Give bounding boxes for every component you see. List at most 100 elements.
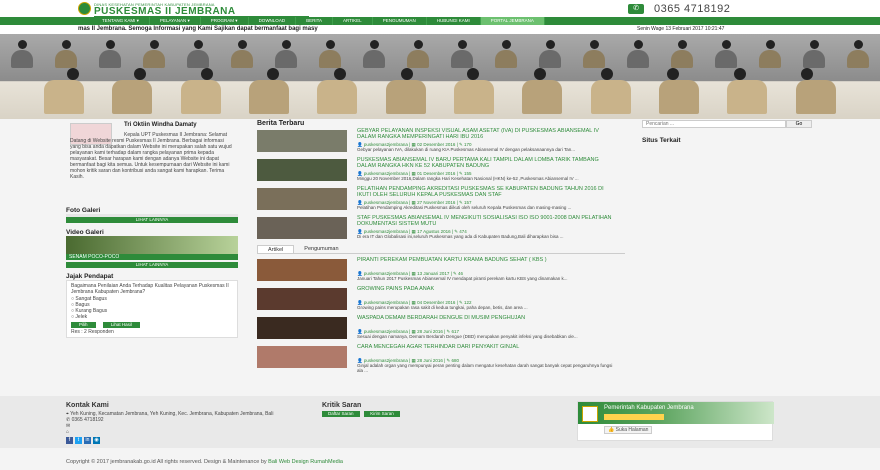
facebook-icon[interactable]: f bbox=[66, 437, 73, 444]
site-header: DINAS KESEHATAN PEMERINTAH KABUPATEN JEM… bbox=[0, 0, 880, 17]
poll-section: Jajak Pendapat Bagaimana Penilaian Anda … bbox=[66, 273, 238, 338]
news-column: Berita Terbaru GEBYAR PELAYANAN INSPEKSI… bbox=[257, 120, 625, 373]
news-item-excerpt: Pelatihan Pendamping Akreditasi Puskesma… bbox=[357, 205, 572, 210]
article-item-excerpt: Sesuai dengan namanya, Demam Berdarah De… bbox=[357, 334, 578, 339]
fb-page-title: Pemerintah Kabupaten Jembrana bbox=[604, 405, 694, 411]
footer-contact-title: Kontak Kami bbox=[66, 402, 109, 409]
article-item-title[interactable]: CARA MENCEGAH AGAR TERHINDAR DARI PENYAK… bbox=[357, 344, 617, 351]
video-gallery-more-button[interactable]: LIHAT LAINNYA bbox=[66, 262, 238, 268]
search-bar: Go bbox=[642, 120, 812, 128]
news-item-title[interactable]: GEBYAR PELAYANAN INSPEKSI VISUAL ASAM AS… bbox=[357, 128, 617, 140]
profile-name: Tri Oktiin Windha Damaty bbox=[124, 122, 197, 128]
nav-item-artikel[interactable]: ARTIKEL bbox=[333, 17, 373, 25]
designer-link[interactable]: Bali Web Design RumahMedia bbox=[268, 459, 343, 465]
news-ticker: mas II Jembrana. Semoga Informasi yang K… bbox=[0, 25, 880, 34]
video-caption: SENAM POCO-POCO bbox=[66, 254, 238, 260]
photo-gallery-more-button[interactable]: LIHAT LAINNYA bbox=[66, 217, 238, 223]
nav-item-pengumuman[interactable]: PENGUMUMAN bbox=[373, 17, 427, 25]
news-item[interactable]: GEBYAR PELAYANAN INSPEKSI VISUAL ASAM AS… bbox=[257, 127, 625, 156]
photo-gallery: Foto Galeri LIHAT LAINNYA bbox=[66, 207, 238, 223]
tab-pengumuman[interactable]: Pengumuman bbox=[294, 245, 348, 253]
news-item[interactable]: STAF PUSKESMAS ABIANSEMAL IV MENGIKUTI S… bbox=[257, 214, 625, 243]
article-item[interactable]: PIRANTI PEREKAM PEMBUATAN KARTU KRAMA BA… bbox=[257, 256, 625, 285]
ticker-date: Senin Wage 13 Februari 2017 10:21:47 bbox=[637, 26, 725, 32]
nav-item-hubungi-kami[interactable]: HUBUNGI KAMI bbox=[427, 17, 481, 25]
article-item-excerpt: Ginjal adalah organ yang mempunyai peran… bbox=[357, 363, 613, 373]
news-section-title: Berita Terbaru bbox=[257, 120, 305, 127]
footer: Kontak Kami ⌖ Yeh Kuning, Kecamatan Jemb… bbox=[0, 396, 880, 448]
linkedin-icon[interactable]: in bbox=[84, 437, 91, 444]
hero-group-photo bbox=[0, 34, 880, 119]
poll-option[interactable]: ○ Jelek bbox=[71, 314, 233, 320]
news-item-title[interactable]: PUSKESMAS ABIANSEMAL IV BARU PERTAMA KAL… bbox=[357, 157, 617, 169]
copyright-bar: Copyright © 2017 jembranakab.go.id All r… bbox=[0, 455, 880, 470]
footer-suggestions: Kritik Saran Daftar Saran Kirim Saran bbox=[322, 402, 522, 417]
nav-item-tentang-kami[interactable]: TENTANG KAMI ▾ bbox=[92, 17, 150, 25]
share-icon[interactable]: ◉ bbox=[93, 437, 100, 444]
search-input[interactable] bbox=[642, 120, 786, 128]
hero-photo-back-row bbox=[0, 40, 880, 49]
fb-page-logo bbox=[582, 406, 598, 422]
article-thumbnail[interactable] bbox=[257, 346, 347, 368]
article-item[interactable]: GROWING PAINS PADA ANAK 👤 puskesmas2jemb… bbox=[257, 285, 625, 314]
news-item[interactable]: PUSKESMAS ABIANSEMAL IV BARU PERTAMA KAL… bbox=[257, 156, 625, 185]
news-item-excerpt: Gebyar pelayanan IVA, dilakukan di ruang… bbox=[357, 147, 575, 152]
poll-question: Bagaimana Penilaian Anda Terhadap Kualit… bbox=[71, 283, 229, 295]
location-icon[interactable]: ⌂ bbox=[66, 429, 306, 435]
news-thumbnail[interactable] bbox=[257, 188, 347, 210]
article-thumbnail[interactable] bbox=[257, 317, 347, 339]
news-item-excerpt: Minggu 20 November 2016,Dalam rangka Har… bbox=[357, 176, 579, 181]
video-thumbnail[interactable]: SENAM POCO-POCO bbox=[66, 236, 238, 260]
news-item[interactable]: PELATIHAN PENDAMPING AKREDITASI PUSKESMA… bbox=[257, 185, 625, 214]
header-phone: ✆ 0365 4718192 bbox=[628, 2, 808, 15]
news-thumbnail[interactable] bbox=[257, 159, 347, 181]
article-item-title[interactable]: PIRANTI PEREKAM PEMBUATAN KARTU KRAMA BA… bbox=[357, 257, 617, 264]
nav-item-program[interactable]: PROGRAM ▾ bbox=[201, 17, 249, 25]
fb-like-button[interactable]: 👍 Suka Halaman bbox=[604, 426, 653, 434]
poll-box: Bagaimana Penilaian Anda Terhadap Kualit… bbox=[66, 280, 238, 338]
news-item-title[interactable]: PELATIHAN PENDAMPING AKREDITASI PUSKESMA… bbox=[357, 186, 617, 198]
hero-photo-front-row bbox=[0, 68, 880, 80]
article-item-title[interactable]: WASPADA DEMAM BERDARAH DENGUE DI MUSIM P… bbox=[357, 315, 617, 322]
fb-cover-banner bbox=[604, 414, 664, 420]
article-item-title[interactable]: GROWING PAINS PADA ANAK bbox=[357, 286, 617, 293]
nav-item-download[interactable]: DOWNLOAD bbox=[249, 17, 297, 25]
article-item-excerpt: Growing pains merupakan rasa sakit di ke… bbox=[357, 305, 528, 310]
logo-icon[interactable] bbox=[78, 2, 91, 15]
footer-contact: Kontak Kami ⌖ Yeh Kuning, Kecamatan Jemb… bbox=[66, 402, 306, 444]
news-item-title[interactable]: STAF PUSKESMAS ABIANSEMAL IV MENGIKUTI S… bbox=[357, 215, 617, 227]
profile-welcome-text: Kepala UPT Puskesmas II Jembrana: Selama… bbox=[70, 132, 232, 180]
news-item-excerpt: Di era IT dan Globalisasi ini,seluruh Pu… bbox=[357, 234, 564, 239]
ticker-text: mas II Jembrana. Semoga Informasi yang K… bbox=[78, 26, 318, 32]
suggestion-list-button[interactable]: Daftar Saran bbox=[322, 411, 360, 417]
nav-item-pelayanan[interactable]: PELAYANAN ▾ bbox=[150, 17, 201, 25]
article-thumbnail[interactable] bbox=[257, 259, 347, 281]
news-thumbnail[interactable] bbox=[257, 217, 347, 239]
tab-artikel[interactable]: Artikel bbox=[257, 245, 295, 253]
article-item[interactable]: WASPADA DEMAM BERDARAH DENGUE DI MUSIM P… bbox=[257, 314, 625, 343]
twitter-icon[interactable]: t bbox=[75, 437, 82, 444]
right-sidebar: Go Situs Terkait bbox=[642, 120, 812, 144]
video-gallery: Video Galeri SENAM POCO-POCO LIHAT LAINN… bbox=[66, 229, 238, 268]
phone-icon: ✆ bbox=[628, 3, 644, 14]
hero-photo-front-bodies bbox=[0, 80, 880, 114]
phone-number: 0365 4718192 bbox=[654, 2, 731, 15]
article-item-excerpt: Januari Tahun 2017 Puskesmas Abiansemal … bbox=[357, 276, 568, 281]
search-button[interactable]: Go bbox=[786, 120, 812, 128]
related-sites-title: Situs Terkait bbox=[642, 137, 681, 144]
poll-results-button[interactable]: Lihat Hasil bbox=[102, 322, 140, 328]
left-sidebar: Tri Oktiin Windha Damaty Kepala UPT Pusk… bbox=[66, 120, 238, 338]
hero-photo-back-bodies bbox=[0, 50, 880, 68]
content-tabs: Artikel Pengumuman bbox=[257, 245, 625, 254]
poll-vote-button[interactable]: Pilih bbox=[71, 322, 96, 328]
facebook-page-widget[interactable]: Pemerintah Kabupaten Jembrana 👍 Suka Hal… bbox=[577, 401, 774, 441]
article-item[interactable]: CARA MENCEGAH AGAR TERHINDAR DARI PENYAK… bbox=[257, 343, 625, 373]
news-thumbnail[interactable] bbox=[257, 130, 347, 152]
send-suggestion-button[interactable]: Kirim Saran bbox=[364, 411, 400, 417]
article-thumbnail[interactable] bbox=[257, 288, 347, 310]
nav-item-berita[interactable]: BERITA bbox=[296, 17, 333, 25]
nav-item-portal-jembrana[interactable]: PORTAL JEMBRANA bbox=[480, 17, 545, 25]
poll-summary: Res : 2 Responden bbox=[71, 329, 114, 335]
profile-card: Tri Oktiin Windha Damaty Kepala UPT Pusk… bbox=[66, 120, 238, 205]
poll-title: Jajak Pendapat bbox=[66, 273, 114, 280]
